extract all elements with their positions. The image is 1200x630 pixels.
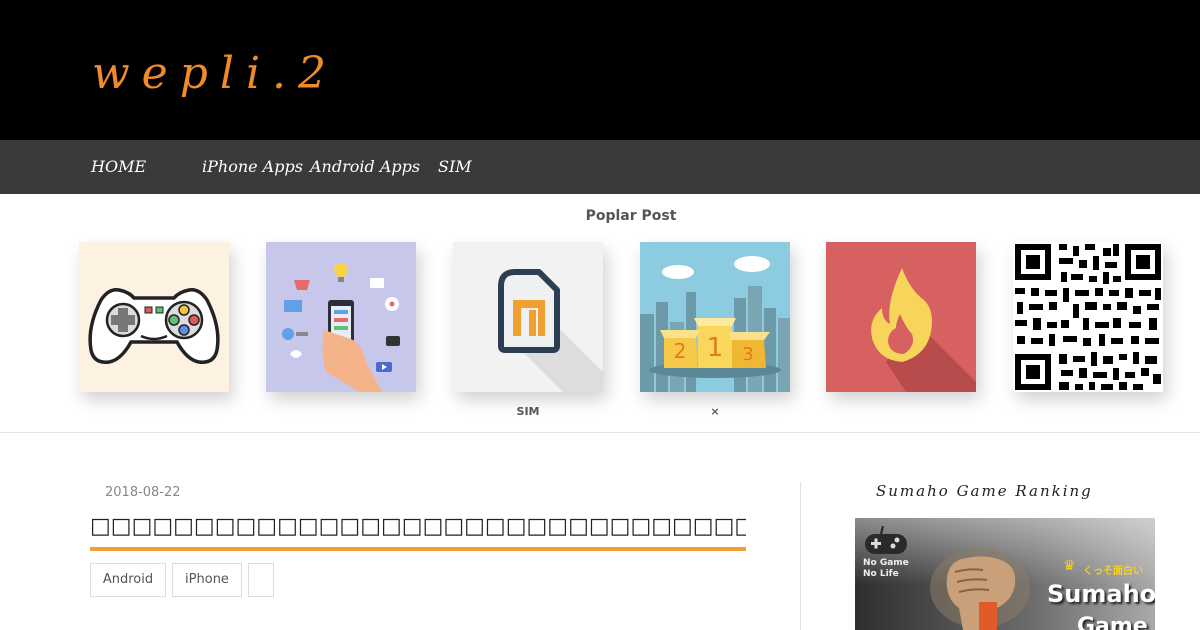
banner-tagline: No Game No Life [863, 558, 909, 580]
fire-icon [871, 268, 976, 392]
sidebar-title: Sumaho Game Ranking [876, 482, 1093, 500]
tag-iphone[interactable]: iPhone [172, 563, 242, 597]
site-logo[interactable]: wepli.2 [92, 48, 338, 99]
svg-text:2: 2 [674, 339, 687, 363]
tag-empty[interactable] [248, 563, 274, 597]
popular-post-5[interactable] [826, 242, 976, 392]
post-date: 2018-08-22 [105, 485, 181, 500]
gamepad-icon [865, 526, 907, 554]
nav-item-iphone-apps[interactable]: iPhone Apps [202, 140, 303, 194]
column-separator [800, 482, 801, 630]
popular-caption-4: × [710, 405, 720, 418]
popular-post-6[interactable] [1013, 242, 1163, 392]
smartphone-apps-icon [282, 263, 400, 392]
popular-post-4[interactable]: 2 1 3 [640, 242, 790, 392]
popular-post-1[interactable] [79, 242, 229, 392]
section-divider [0, 432, 1200, 433]
banner-line-1: No Game [863, 558, 909, 568]
nav-item-sim[interactable]: SIM [438, 140, 472, 194]
game-controller-icon [88, 287, 220, 364]
ranking-banner[interactable]: No Game No Life ♛ くっそ面白い Sumaho Game [855, 518, 1155, 630]
site-header: wepli.2 [0, 0, 1200, 140]
crown-icon: ♛ [1063, 558, 1076, 574]
ranking-podium-icon: 2 1 3 [640, 256, 790, 392]
svg-text:3: 3 [742, 344, 753, 365]
tag-android[interactable]: Android [90, 563, 166, 597]
post-title[interactable]: □□□□□□□□□□□□□□□□□□□□□□□□□□□□□□□□□□□□□□□□… [90, 514, 746, 551]
popular-post-3[interactable] [453, 242, 603, 392]
main-nav: HOME iPhone Apps Android Apps SIM [0, 140, 1200, 194]
nav-item-android-apps[interactable]: Android Apps [310, 140, 420, 194]
popular-title: Poplar Post [585, 208, 677, 224]
banner-line-2: No Life [863, 569, 899, 579]
qr-code-icon [1015, 244, 1161, 390]
nav-item-home[interactable]: HOME [91, 140, 146, 194]
fist-graphic [930, 548, 1030, 630]
svg-text:1: 1 [707, 333, 724, 363]
popular-caption-3: SIM [516, 405, 540, 418]
banner-big-text-1: Sumaho [1047, 580, 1155, 608]
banner-jp-text: くっそ面白い [1083, 566, 1143, 577]
banner-big-text-2: Game [1077, 614, 1148, 630]
sim-card-icon [498, 269, 603, 392]
popular-post-2[interactable] [266, 242, 416, 392]
